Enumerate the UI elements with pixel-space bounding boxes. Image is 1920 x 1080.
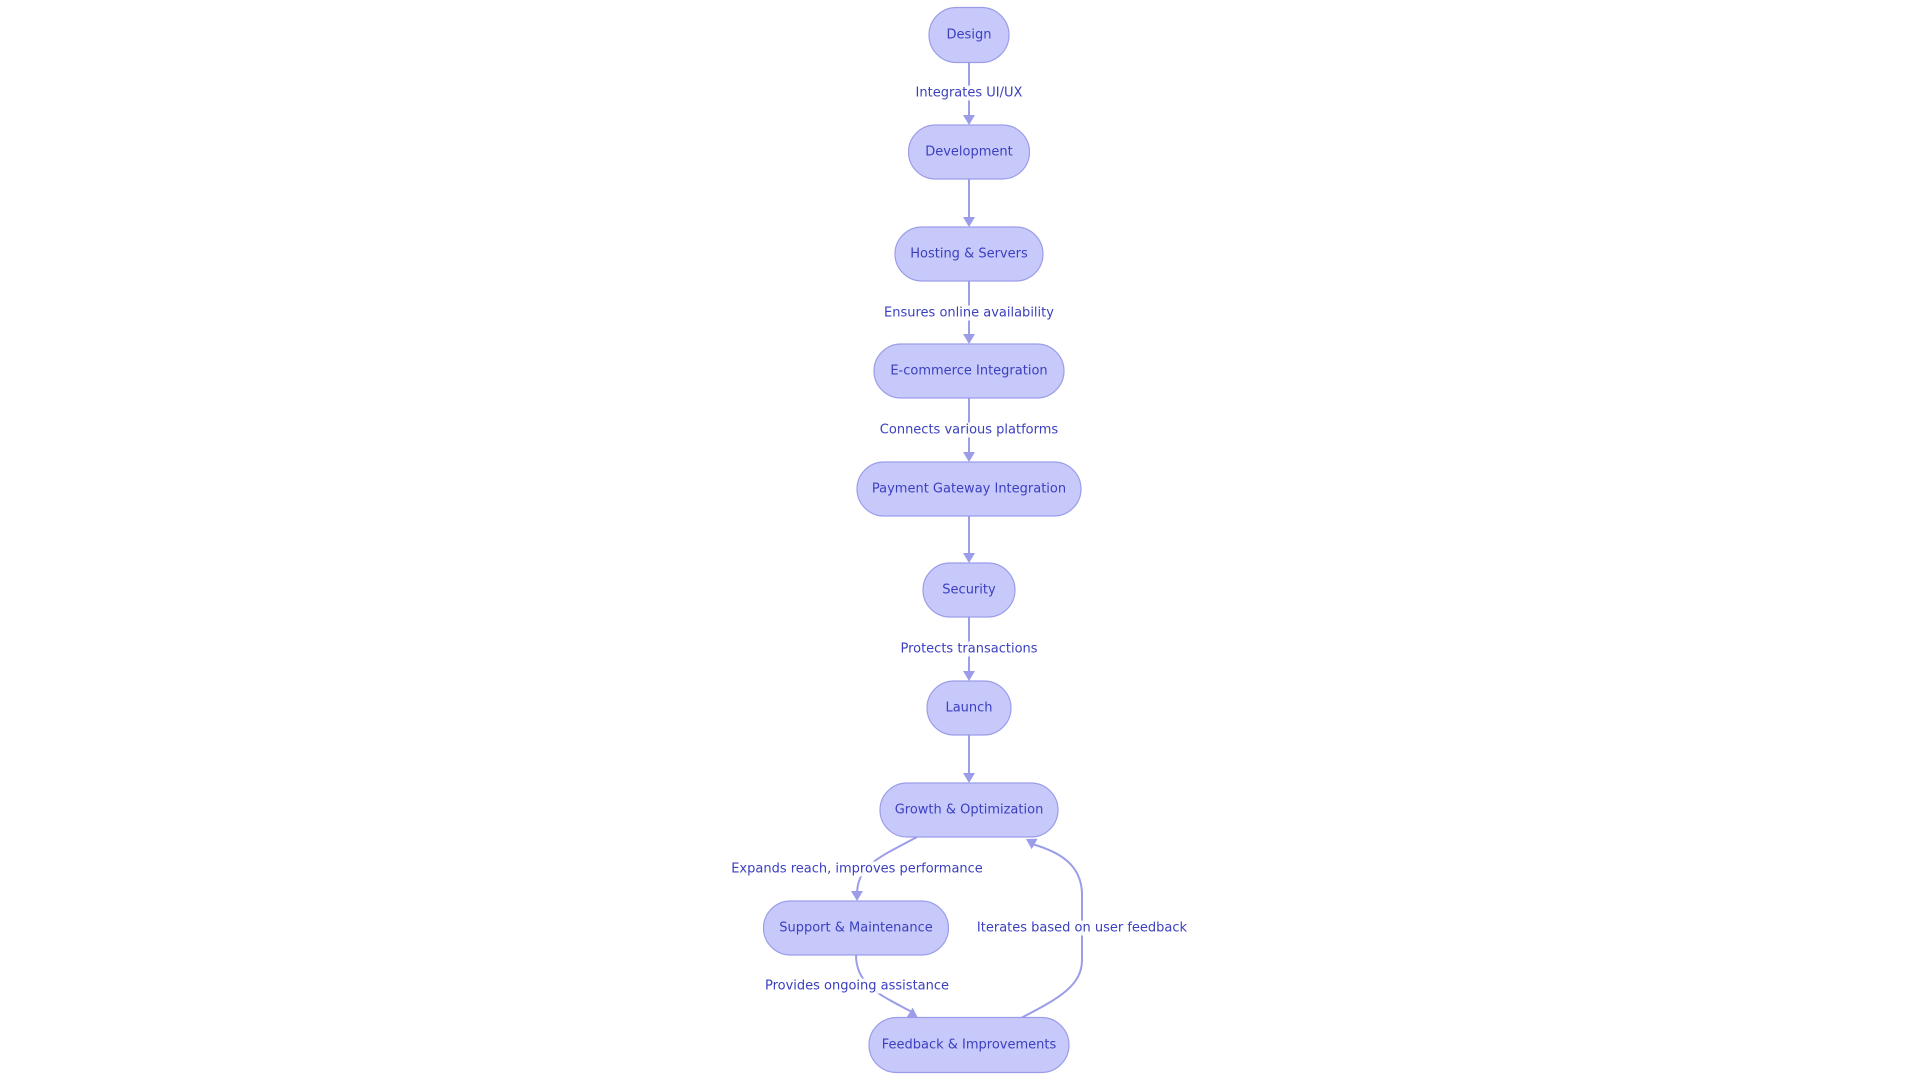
flowchart: Design Development Hosting & Servers E-comm… [729, 6, 1190, 1074]
arrowhead-icon [963, 773, 975, 783]
node-label: Support & Maintenance [779, 921, 933, 936]
node-hosting[interactable]: Hosting & Servers [894, 226, 1044, 282]
edge-label-text: Provides ongoing assistance [765, 979, 949, 994]
edge-label: Expands reach, improves performance [729, 861, 985, 877]
node-label: Feedback & Improvements [882, 1038, 1057, 1053]
node-label: Growth & Optimization [895, 803, 1044, 818]
edge-label: Ensures online availability [882, 305, 1057, 321]
node-label: Development [925, 145, 1013, 160]
node-ecommerce[interactable]: E-commerce Integration [873, 343, 1065, 399]
edge-label: Provides ongoing assistance [762, 978, 952, 994]
node-security[interactable]: Security [922, 562, 1016, 618]
edge-label-text: Protects transactions [900, 642, 1037, 657]
edge-label: Protects transactions [898, 641, 1040, 657]
edge-label-text: Ensures online availability [884, 306, 1054, 321]
node-label: Payment Gateway Integration [872, 482, 1066, 497]
nodes-layer: Design Development Hosting & Servers E-comm… [762, 6, 1082, 1074]
arrowhead-icon [963, 553, 975, 563]
edge-label-text: Iterates based on user feedback [977, 921, 1188, 936]
node-label: Security [942, 583, 996, 598]
node-development[interactable]: Development [907, 124, 1031, 180]
edge-labels-layer: Integrates UI/UX Ensures online availabil… [729, 85, 1190, 994]
node-design[interactable]: Design [928, 6, 1010, 64]
node-label: Hosting & Servers [910, 247, 1028, 262]
node-launch[interactable]: Launch [926, 680, 1012, 736]
arrowhead-icon [963, 334, 975, 344]
node-label: Design [947, 28, 992, 43]
edges-layer [851, 62, 1083, 1019]
edge-label: Integrates UI/UX [913, 85, 1025, 101]
edge-label-text: Connects various platforms [880, 423, 1059, 438]
node-label: Launch [945, 701, 992, 716]
arrowhead-icon [851, 891, 863, 901]
node-feedback[interactable]: Feedback & Improvements [868, 1016, 1070, 1074]
arrowhead-icon [963, 452, 975, 462]
edge-label-text: Integrates UI/UX [916, 86, 1023, 101]
node-payment[interactable]: Payment Gateway Integration [856, 461, 1082, 517]
node-support[interactable]: Support & Maintenance [762, 900, 950, 956]
arrowhead-icon [963, 671, 975, 681]
node-label: E-commerce Integration [890, 364, 1047, 379]
node-growth[interactable]: Growth & Optimization [879, 782, 1059, 838]
edge-label-text: Expands reach, improves performance [731, 862, 983, 877]
arrowhead-icon [963, 115, 975, 125]
edge-label: Iterates based on user feedback [974, 920, 1190, 936]
arrowhead-icon [963, 217, 975, 227]
edge-label: Connects various platforms [877, 422, 1061, 438]
